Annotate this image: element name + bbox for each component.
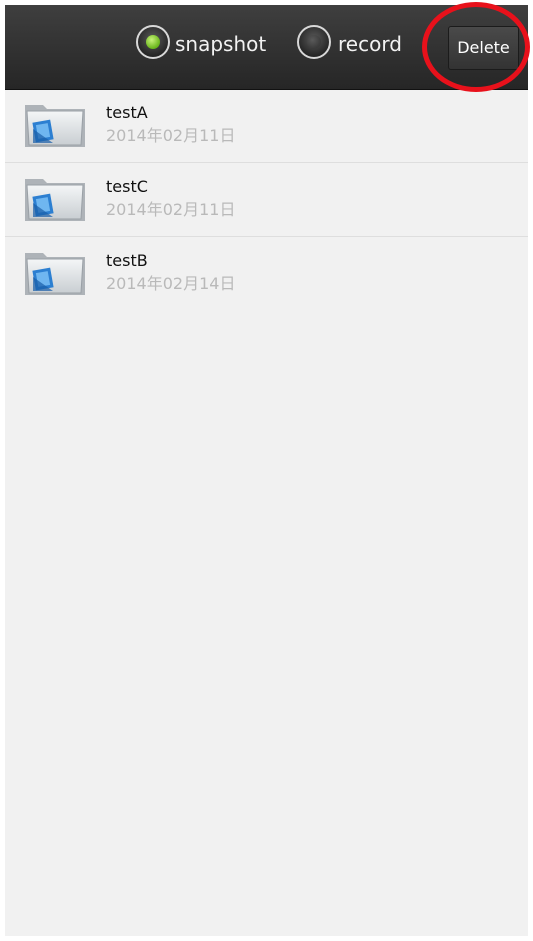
item-name: testB: [106, 251, 148, 270]
folder-video-icon: [25, 179, 85, 221]
item-name: testC: [106, 177, 148, 196]
item-name: testA: [106, 103, 148, 122]
list-item[interactable]: testB 2014年02月14日: [5, 237, 528, 310]
item-date: 2014年02月11日: [106, 126, 236, 145]
top-toolbar: snapshot record Delete: [5, 5, 528, 90]
record-radio-button[interactable]: [297, 25, 331, 59]
item-date: 2014年02月11日: [106, 200, 236, 219]
folder-video-icon: [25, 105, 85, 147]
app-screen: snapshot record Delete testA 2014年02月11日…: [5, 5, 528, 936]
snapshot-radio-label[interactable]: snapshot: [175, 33, 266, 55]
delete-button[interactable]: Delete: [448, 26, 519, 70]
list-item[interactable]: testA 2014年02月11日: [5, 89, 528, 163]
list-item[interactable]: testC 2014年02月11日: [5, 163, 528, 237]
recording-list: testA 2014年02月11日 testC 2014年02月11日 test…: [5, 89, 528, 310]
record-radio-label[interactable]: record: [338, 33, 402, 55]
snapshot-radio-button[interactable]: [136, 25, 170, 59]
radio-selected-indicator: [146, 35, 160, 49]
item-date: 2014年02月14日: [106, 274, 236, 293]
folder-video-icon: [25, 253, 85, 295]
radio-unselected-indicator: [307, 35, 321, 49]
